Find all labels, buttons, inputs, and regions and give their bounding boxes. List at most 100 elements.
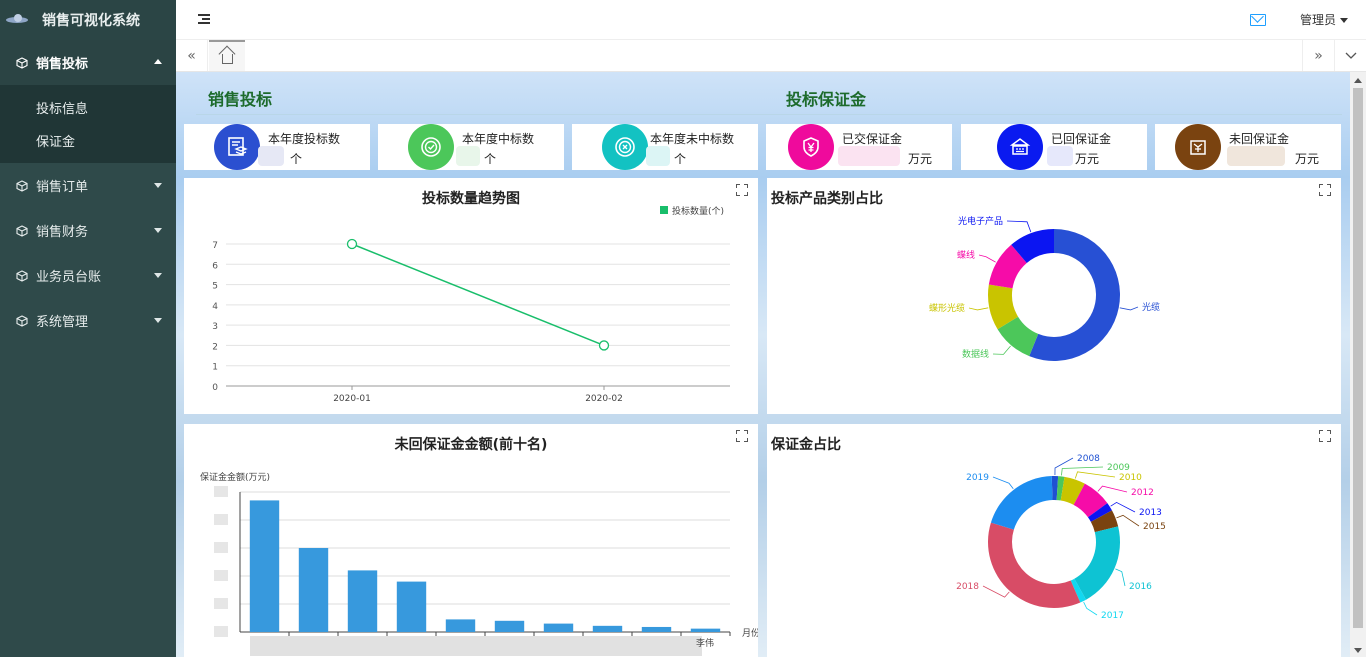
label-leader xyxy=(978,254,996,263)
menu-toggle-icon[interactable] xyxy=(198,12,212,26)
tab-scroll-right-icon[interactable]: » xyxy=(1302,40,1334,71)
submenu-sales-bid: 投标信息 保证金 xyxy=(0,85,176,163)
stat-unit: 个 xyxy=(674,152,687,166)
donut-slice xyxy=(988,522,1081,608)
slice-label: 2013 xyxy=(1139,508,1162,518)
section-divider xyxy=(196,114,1342,115)
stat-unit: 万元 xyxy=(1075,152,1100,166)
bar xyxy=(641,626,672,632)
dashboard-content: 销售投标 投标保证金 本年度投标数 个 本年度中标数 个 本年度未中标数 个 已… xyxy=(176,72,1350,657)
panel-unreturned-top10: 未回保证金金额(前十名) 保证金金额(万元) 李伟 月份 xyxy=(184,424,758,657)
legend-swatch xyxy=(660,206,668,214)
sidebar-subitem-bid-info[interactable]: 投标信息 xyxy=(0,91,176,124)
stat-card-deposit-unreturned: 未回保证金 万元 xyxy=(1155,124,1341,170)
redacted-value xyxy=(838,146,900,166)
line-chart: 0 1 2 3 4 5 6 7 2020-01 2020-02 投标数量(个) xyxy=(212,205,730,404)
sidebar-item-sales-order[interactable]: 销售订单 xyxy=(0,163,176,208)
mail-icon[interactable] xyxy=(1250,14,1266,26)
user-name: 管理员 xyxy=(1299,13,1336,27)
chevron-down-icon xyxy=(154,318,162,323)
stat-label: 未回保证金 xyxy=(1229,132,1290,146)
stat-card-bids: 本年度投标数 个 xyxy=(184,124,370,170)
sidebar-item-label: 系统管理 xyxy=(36,315,89,330)
scroll-up-icon[interactable] xyxy=(1354,78,1362,83)
label-leader xyxy=(1054,457,1074,476)
chevron-down-icon xyxy=(154,183,162,188)
sidebar-item-salesman-ledger[interactable]: 业务员台账 xyxy=(0,253,176,298)
stat-card-losses: 本年度未中标数 个 xyxy=(572,124,758,170)
label-leader xyxy=(1097,485,1128,493)
y-tick-label: 1 xyxy=(212,363,218,373)
bar xyxy=(445,619,476,632)
scrollbar-thumb[interactable] xyxy=(1353,88,1363,628)
tab-more-icon[interactable] xyxy=(1334,40,1366,71)
label-leader xyxy=(992,345,1011,355)
y-tick-label: 3 xyxy=(212,322,218,332)
bar xyxy=(347,570,378,632)
slice-label: 2018 xyxy=(956,582,979,592)
document-icon xyxy=(214,124,260,170)
sidebar-item-label: 销售订单 xyxy=(36,180,89,195)
bar xyxy=(249,500,280,632)
bar xyxy=(592,625,623,632)
sidebar-subitem-deposit[interactable]: 保证金 xyxy=(0,124,176,157)
redacted-value xyxy=(258,146,284,166)
redacted-value xyxy=(1047,146,1073,166)
stat-unit: 个 xyxy=(290,152,303,166)
cube-icon xyxy=(16,314,28,327)
stat-card-wins: 本年度中标数 个 xyxy=(378,124,564,170)
legend-label: 投标数量(个) xyxy=(672,205,724,217)
slice-label: 2016 xyxy=(1129,582,1152,592)
sidebar-item-sales-finance[interactable]: 销售财务 xyxy=(0,208,176,253)
label-leader xyxy=(968,307,989,311)
slice-label: 光电子产品 xyxy=(958,215,1003,227)
stat-unit: 万元 xyxy=(1295,152,1320,166)
y-tick-label: 4 xyxy=(212,302,218,312)
stat-card-deposit-paid: 已交保证金 万元 xyxy=(766,124,952,170)
check-badge-icon xyxy=(408,124,454,170)
logo-icon xyxy=(6,14,32,26)
chevron-down-icon xyxy=(154,273,162,278)
panel-deposit-share: 保证金占比 2008 2009 2010 2012 2013 2015 2016 2017 20… xyxy=(767,424,1341,657)
bar xyxy=(690,628,721,632)
panel-bid-trend: 投标数量趋势图 0 1 2 3 4 5 6 7 2020-01 2020-02 投标数量(个) xyxy=(184,178,758,414)
cube-icon xyxy=(16,224,28,237)
stat-unit: 万元 xyxy=(908,152,933,166)
tab-scroll-left-icon[interactable]: « xyxy=(176,40,208,71)
sidebar-item-sales-bid[interactable]: 销售投标 xyxy=(0,40,176,85)
vertical-scrollbar[interactable] xyxy=(1350,72,1366,657)
label-leader xyxy=(1119,306,1139,311)
redacted-tick xyxy=(214,598,228,609)
slice-label: 2010 xyxy=(1119,473,1142,483)
redacted-tick xyxy=(214,542,228,553)
bank-icon xyxy=(997,124,1043,170)
stat-card-deposit-returned: 已回保证金 万元 xyxy=(961,124,1147,170)
stat-label: 本年度投标数 xyxy=(268,132,341,146)
donut-slice xyxy=(990,476,1053,530)
y-tick-label: 7 xyxy=(212,241,218,251)
slice-label: 2015 xyxy=(1143,522,1166,532)
donut-chart: 光缆数据线 蝶形光缆 蝶线 光电子产品 xyxy=(929,215,1160,361)
redacted-tick xyxy=(214,486,228,497)
sidebar-item-label: 销售财务 xyxy=(36,225,89,240)
sidebar: 销售可视化系统 销售投标 投标信息 保证金 销售订单 销售财务 业务员台账 系统… xyxy=(0,0,176,657)
tab-home[interactable] xyxy=(209,40,245,71)
label-leader xyxy=(1006,220,1032,233)
donut-chart: 2008 20092010 2012 2013 2015 2016 2017 2018 2019 xyxy=(956,454,1166,621)
slice-label: 2008 xyxy=(1077,454,1100,464)
home-icon xyxy=(221,53,233,64)
redacted-value xyxy=(456,146,480,166)
stat-label: 已交保证金 xyxy=(842,132,903,146)
yen-shield-icon xyxy=(788,124,834,170)
label-leader xyxy=(1110,501,1136,513)
bar xyxy=(494,620,525,632)
redacted-names xyxy=(250,636,702,656)
user-menu[interactable]: 管理员 xyxy=(1300,11,1348,28)
slice-label: 2019 xyxy=(966,473,989,483)
y-tick-label: 0 xyxy=(212,383,218,393)
sidebar-item-system-admin[interactable]: 系统管理 xyxy=(0,298,176,343)
y-tick-label: 2 xyxy=(212,342,218,352)
scroll-down-icon[interactable] xyxy=(1354,648,1362,653)
stat-label: 已回保证金 xyxy=(1051,132,1112,146)
stat-label: 本年度中标数 xyxy=(462,132,535,146)
